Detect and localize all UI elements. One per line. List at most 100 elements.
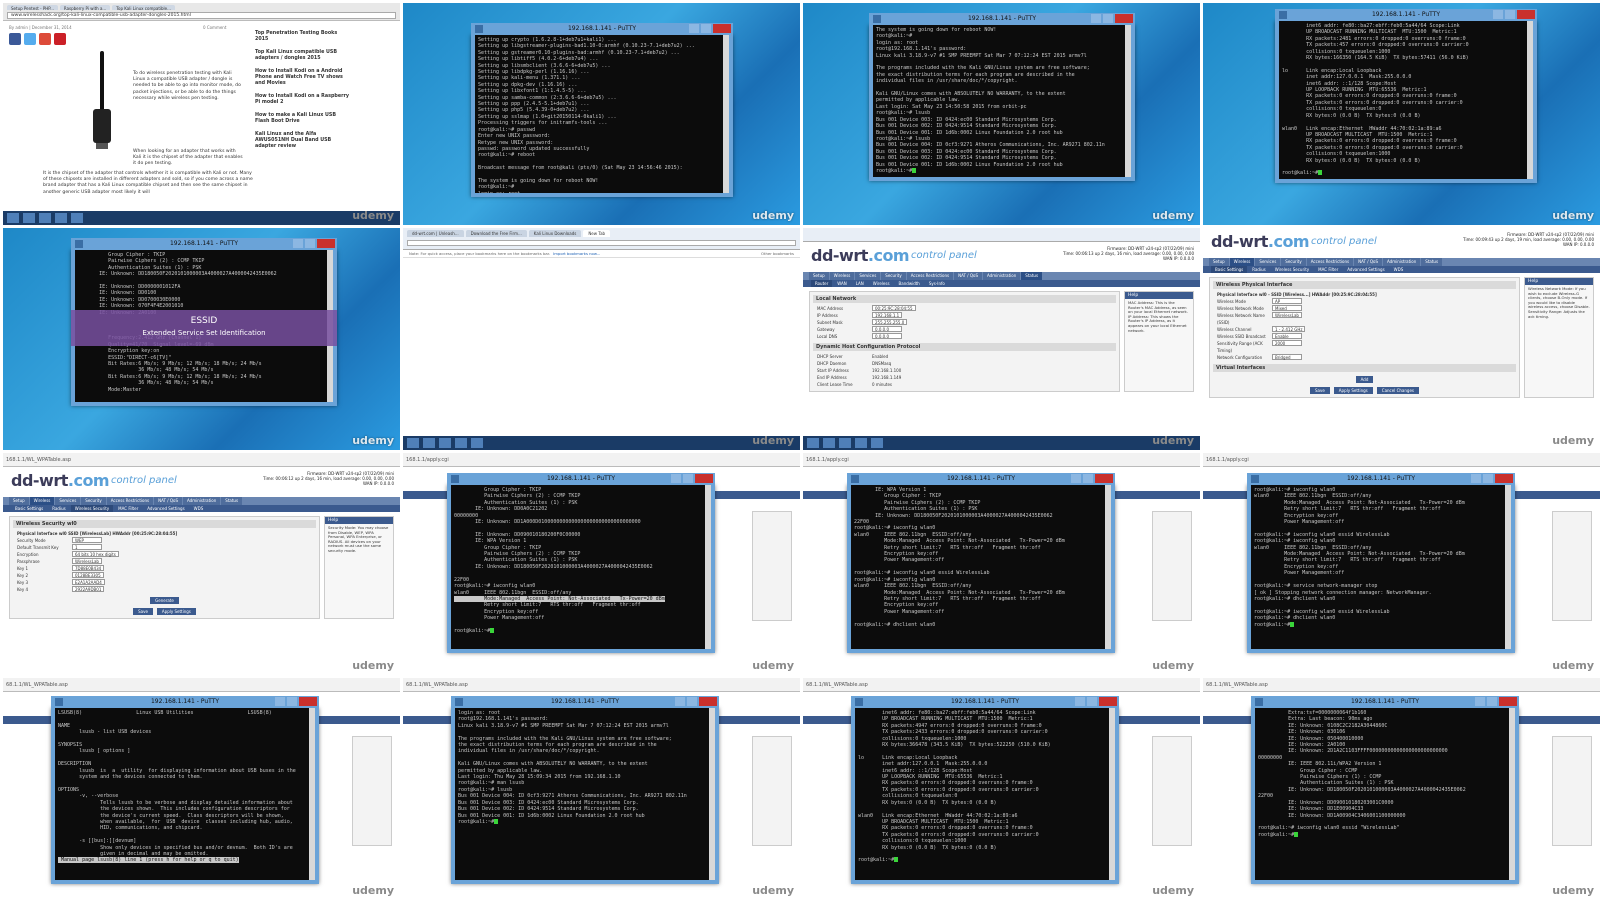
apply-button[interactable]: Apply Settings bbox=[156, 608, 196, 615]
maximize-icon[interactable] bbox=[1505, 10, 1515, 19]
ie-icon[interactable] bbox=[823, 438, 835, 448]
start-icon[interactable] bbox=[7, 213, 19, 223]
generate-button[interactable]: Generate bbox=[150, 597, 179, 604]
nav-tab[interactable]: Wireless bbox=[1229, 258, 1255, 266]
scrollbar[interactable] bbox=[1109, 708, 1115, 880]
putty-window[interactable]: 192.168.1.141 - PuTTY Group Cipher : TKI… bbox=[447, 473, 715, 653]
minimize-icon[interactable] bbox=[1471, 474, 1481, 483]
close-icon[interactable] bbox=[1517, 10, 1535, 19]
browser-address-bar[interactable]: 168.1.1/apply.cgi bbox=[803, 453, 1200, 467]
scrollbar[interactable] bbox=[309, 708, 315, 880]
putty-title-bar[interactable]: 192.168.1.141 - PuTTY bbox=[847, 473, 1115, 485]
maximize-icon[interactable] bbox=[305, 239, 315, 248]
sub-tab[interactable]: WDS bbox=[190, 505, 208, 512]
browser-tab[interactable]: Top Kali Linux compatible... bbox=[112, 5, 175, 11]
nav-tab[interactable]: NAT / QoS bbox=[1354, 258, 1382, 266]
browser-tab[interactable]: Kali Linux Downloads bbox=[528, 230, 582, 237]
putty-title-bar[interactable]: 192.168.1.141 - PuTTY bbox=[71, 238, 337, 250]
sub-tab[interactable]: MAC Filter bbox=[114, 505, 142, 512]
putty-title-bar[interactable]: 192.168.1.141 - PuTTY bbox=[1247, 473, 1515, 485]
thumbnail-cell[interactable]: dd-wrt.com control panel Firmware: DD-WRT … bbox=[1203, 228, 1600, 450]
sub-tab[interactable]: Radius bbox=[1248, 266, 1269, 273]
sub-tab[interactable]: Advanced Settings bbox=[143, 505, 188, 512]
chrome-icon[interactable] bbox=[855, 438, 867, 448]
setting-value[interactable]: 2000 bbox=[1272, 340, 1302, 346]
start-icon[interactable] bbox=[407, 438, 419, 448]
maximize-icon[interactable] bbox=[1487, 697, 1497, 706]
terminal-output[interactable]: Setting up crypto (1.6.2.8-1+deb7u1+kali… bbox=[475, 35, 729, 193]
setting-value[interactable]: 0.0.0.0 bbox=[872, 326, 902, 332]
browser-tab[interactable]: Download the Free Firm... bbox=[465, 230, 527, 237]
nav-tab[interactable]: Wireless bbox=[29, 497, 55, 505]
putty-title-bar[interactable]: 192.168.1.141 - PuTTY bbox=[51, 696, 319, 708]
close-icon[interactable] bbox=[695, 474, 713, 483]
putty-window[interactable]: 192.168.1.141 - PuTTY The system is going… bbox=[869, 13, 1135, 181]
setting-value[interactable]: E2A1A2AAD4 bbox=[72, 579, 105, 585]
putty-icon[interactable] bbox=[871, 438, 883, 448]
nav-tab[interactable]: NAT / QoS bbox=[154, 497, 182, 505]
scrollbar[interactable] bbox=[723, 35, 729, 193]
setting-value[interactable]: 00:25:9C:28:04:55 bbox=[872, 305, 916, 311]
nav-tab[interactable]: Status bbox=[1421, 258, 1443, 266]
maximize-icon[interactable] bbox=[1483, 474, 1493, 483]
googleplus-icon[interactable] bbox=[39, 33, 51, 45]
sub-tab[interactable]: Radius bbox=[48, 505, 69, 512]
browser-address-bar[interactable]: 168.1.1/WL_WPATable.asp bbox=[3, 453, 400, 467]
browser-tab[interactable]: Setup Pentest - PHP... bbox=[7, 5, 58, 11]
terminal-output[interactable]: IE: WPA Version 1 Group Cipher : TKIP Pa… bbox=[851, 485, 1111, 649]
browser-address-bar[interactable]: 168.1.1/apply.cgi bbox=[403, 453, 800, 467]
sub-tab[interactable]: Bandwidth bbox=[895, 280, 924, 287]
cancel-button[interactable]: Cancel Changes bbox=[1376, 387, 1420, 394]
setting-value[interactable]: AP bbox=[1272, 298, 1302, 304]
close-icon[interactable] bbox=[713, 24, 731, 33]
scrollbar[interactable] bbox=[709, 708, 715, 880]
import-bookmarks-link[interactable]: Import bookmarks now... bbox=[553, 251, 600, 256]
nav-tab[interactable]: Status bbox=[221, 497, 243, 505]
pinterest-icon[interactable] bbox=[54, 33, 66, 45]
putty-window[interactable]: 192.168.1.141 - PuTTY LSUSB(8) Linux USB … bbox=[51, 696, 319, 884]
terminal-output[interactable]: root@kali:~# iwconfig wlan0 wlan0 IEEE 8… bbox=[1251, 485, 1511, 649]
setting-value[interactable]: WirelessLab bbox=[1272, 312, 1302, 318]
terminal-output[interactable]: inet6 addr: fe80::ba27:ebff:feb0:5a44/64… bbox=[1279, 21, 1533, 179]
add-button[interactable]: Add bbox=[1355, 376, 1374, 383]
address-bar[interactable] bbox=[407, 240, 796, 246]
terminal-output[interactable]: inet6 addr: fe80::ba27:ebff:feb0:5a44/64… bbox=[855, 708, 1115, 880]
close-icon[interactable] bbox=[699, 697, 717, 706]
minimize-icon[interactable] bbox=[675, 697, 685, 706]
nav-tab[interactable]: Services bbox=[855, 272, 881, 280]
minimize-icon[interactable] bbox=[1475, 697, 1485, 706]
sub-tab[interactable]: Sys-Info bbox=[925, 280, 949, 287]
close-icon[interactable] bbox=[1495, 474, 1513, 483]
nav-tab[interactable]: Setup bbox=[809, 272, 829, 280]
setting-value[interactable]: Enable bbox=[1272, 333, 1302, 339]
maximize-icon[interactable] bbox=[287, 697, 297, 706]
putty-icon[interactable] bbox=[471, 438, 483, 448]
ie-icon[interactable] bbox=[23, 213, 35, 223]
maximize-icon[interactable] bbox=[1083, 474, 1093, 483]
save-button[interactable]: Save bbox=[1309, 387, 1330, 394]
thumbnail-cell[interactable]: 192.168.1.141 - PuTTY The system is going… bbox=[803, 3, 1200, 225]
minimize-icon[interactable] bbox=[1493, 10, 1503, 19]
apply-button[interactable]: Apply Settings bbox=[1333, 387, 1373, 394]
putty-title-bar[interactable]: 192.168.1.141 - PuTTY bbox=[851, 696, 1119, 708]
thumbnail-cell[interactable]: 192.168.1.141 - PuTTY Group Cipher : TKI… bbox=[3, 228, 400, 450]
nav-tab[interactable]: Setup bbox=[1209, 258, 1229, 266]
close-icon[interactable] bbox=[1099, 697, 1117, 706]
scrollbar[interactable] bbox=[1527, 21, 1533, 179]
minimize-icon[interactable] bbox=[293, 239, 303, 248]
sub-tab[interactable]: Wireless bbox=[869, 280, 894, 287]
nav-tab[interactable]: Administration bbox=[983, 272, 1021, 280]
sub-tab[interactable]: Advanced Settings bbox=[1343, 266, 1388, 273]
setting-value[interactable]: 2922A9DB01 bbox=[72, 586, 105, 592]
putty-title-bar[interactable]: 192.168.1.141 - PuTTY bbox=[1275, 9, 1537, 21]
putty-window[interactable]: 192.168.1.141 - PuTTY root@kali:~# iwconf… bbox=[1247, 473, 1515, 653]
browser-address-bar[interactable]: 68.1.1/WL_WPATable.asp bbox=[3, 678, 400, 692]
sidebar-link[interactable]: How to Install Kodi on a Android Phone a… bbox=[255, 69, 350, 87]
thumbnail-cell[interactable]: 192.168.1.141 - PuTTY inet6 addr: fe80::… bbox=[1203, 3, 1600, 225]
maximize-icon[interactable] bbox=[701, 24, 711, 33]
nav-tab[interactable]: Wireless bbox=[829, 272, 855, 280]
setting-value[interactable]: 0128BE3305 bbox=[72, 572, 104, 578]
putty-window[interactable]: 192.168.1.141 - PuTTY inet6 addr: fe80::… bbox=[851, 696, 1119, 884]
browser-tab[interactable]: Raspberry Pi with a... bbox=[59, 5, 111, 11]
setting-value[interactable]: 255.255.255.0 bbox=[872, 319, 908, 325]
